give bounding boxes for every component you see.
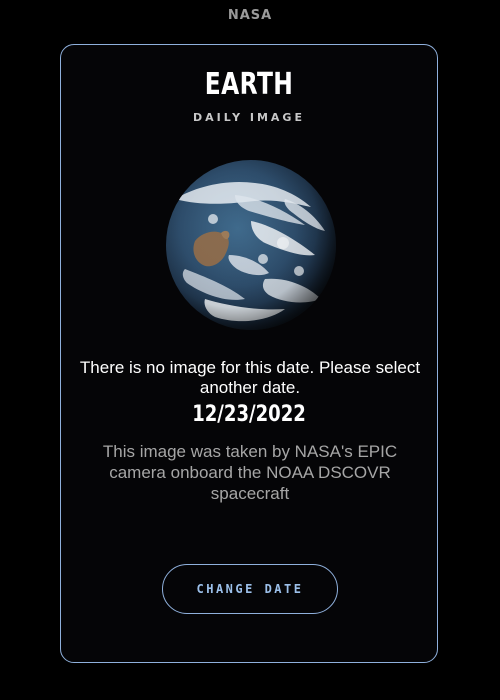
earth-image: [165, 159, 337, 331]
earth-card: EARTH DAILY IMAGE There is no image for …: [60, 44, 438, 663]
nasa-logo: NASA: [227, 8, 273, 23]
image-caption: This image was taken by NASA's EPIC came…: [102, 442, 398, 503]
earth-globe-icon: [166, 160, 336, 330]
selected-date: 12/23/2022: [192, 402, 306, 427]
card-subtitle: DAILY IMAGE: [193, 111, 305, 124]
page: NASA EARTH DAILY IMAGE There is no image…: [0, 0, 500, 700]
no-image-message: There is no image for this date. Please …: [79, 358, 421, 397]
change-date-button[interactable]: CHANGE DATE: [162, 564, 338, 614]
card-title: EARTH: [204, 67, 294, 102]
